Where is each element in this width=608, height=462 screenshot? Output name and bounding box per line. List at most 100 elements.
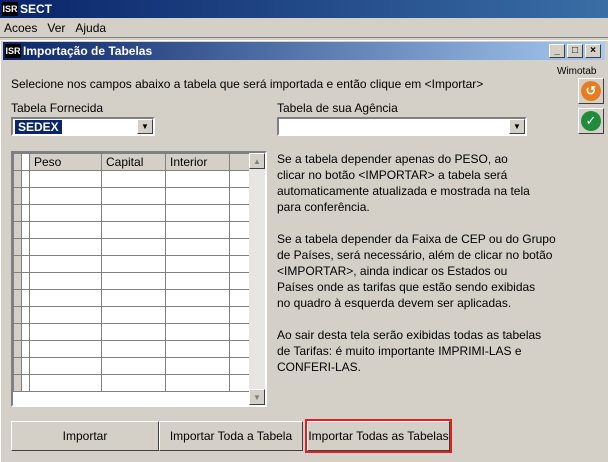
table-row[interactable] (13, 357, 251, 375)
menubar: Acoes Ver Ajuda (0, 18, 608, 38)
grid-cell[interactable] (101, 357, 166, 375)
table-row[interactable] (13, 204, 251, 222)
row-indicator (21, 204, 30, 222)
undo-button[interactable]: ↺ (578, 78, 604, 104)
grid-cell[interactable] (165, 306, 230, 324)
grid-cell[interactable] (29, 221, 102, 239)
supplied-table-label: Tabela Fornecida (11, 101, 104, 115)
close-button[interactable]: × (585, 44, 601, 58)
menu-ver[interactable]: Ver (43, 21, 71, 35)
grid-cell[interactable] (229, 340, 251, 358)
grid-cell[interactable] (29, 187, 102, 205)
grid-cell[interactable] (29, 238, 102, 256)
grid-cell[interactable] (29, 272, 102, 290)
grid-cell[interactable] (101, 289, 166, 307)
column-header-interior[interactable]: Interior (165, 153, 230, 171)
grid-cell[interactable] (29, 204, 102, 222)
grid-cell[interactable] (165, 187, 230, 205)
table-row[interactable] (13, 374, 251, 392)
grid-cell[interactable] (29, 306, 102, 324)
import-tables-window: ISR Importação de Tabelas _ □ × Wimotab … (0, 40, 608, 462)
grid-cell[interactable] (229, 221, 251, 239)
grid-cell[interactable] (29, 357, 102, 375)
grid-cell[interactable] (165, 221, 230, 239)
grid-cell[interactable] (101, 306, 166, 324)
window-titlebar: ISR Importação de Tabelas _ □ × (3, 42, 605, 60)
table-row[interactable] (13, 187, 251, 205)
column-header-capital[interactable]: Capital (101, 153, 166, 171)
import-button[interactable]: Importar (11, 421, 159, 451)
grid-cell[interactable] (101, 374, 166, 392)
dropdown-arrow-icon[interactable]: ▼ (137, 119, 153, 134)
grid-scrollbar[interactable]: ▲ ▼ (249, 153, 265, 405)
grid-cell[interactable] (101, 221, 166, 239)
grid-cell[interactable] (165, 289, 230, 307)
grid-cell[interactable] (165, 323, 230, 341)
grid-cell[interactable] (229, 187, 251, 205)
grid-cell[interactable] (101, 340, 166, 358)
scroll-down-icon[interactable]: ▼ (249, 389, 265, 405)
menu-acoes[interactable]: Acoes (0, 21, 43, 35)
grid-cell[interactable] (29, 340, 102, 358)
grid-cell[interactable] (101, 323, 166, 341)
grid-cell[interactable] (165, 170, 230, 188)
grid-cell[interactable] (101, 272, 166, 290)
row-indicator (13, 187, 22, 205)
import-all-table-button[interactable]: Importar Toda a Tabela (159, 421, 303, 451)
grid-cell[interactable] (229, 272, 251, 290)
grid-cell[interactable] (229, 374, 251, 392)
row-indicator (13, 357, 22, 375)
grid-cell[interactable] (229, 255, 251, 273)
confirm-button[interactable]: ✓ (578, 108, 604, 134)
grid-cell[interactable] (165, 238, 230, 256)
grid-cell[interactable] (101, 204, 166, 222)
grid-cell[interactable] (29, 255, 102, 273)
grid-cell[interactable] (165, 374, 230, 392)
grid-cell[interactable] (229, 204, 251, 222)
grid-cell[interactable] (101, 255, 166, 273)
grid-cell[interactable] (101, 238, 166, 256)
table-row[interactable] (13, 238, 251, 256)
row-indicator (21, 170, 30, 188)
maximize-button[interactable]: □ (567, 44, 583, 58)
grid-cell[interactable] (29, 374, 102, 392)
info-line: <IMPORTAR>, ainda indicar os Estados ou (277, 264, 508, 278)
row-indicator (13, 340, 22, 358)
minimize-button[interactable]: _ (549, 44, 565, 58)
scroll-up-icon[interactable]: ▲ (249, 153, 265, 169)
table-row[interactable] (13, 323, 251, 341)
grid-cell[interactable] (229, 238, 251, 256)
table-row[interactable] (13, 255, 251, 273)
grid-cell[interactable] (229, 170, 251, 188)
menu-ajuda[interactable]: Ajuda (71, 21, 112, 35)
table-row[interactable] (13, 340, 251, 358)
supplied-table-select[interactable]: SEDEX ▼ (11, 117, 155, 136)
table-row[interactable] (13, 272, 251, 290)
grid-cell[interactable] (165, 272, 230, 290)
grid-cell[interactable] (165, 340, 230, 358)
row-indicator (21, 289, 30, 307)
table-row[interactable] (13, 289, 251, 307)
grid-cell[interactable] (101, 187, 166, 205)
column-header-peso[interactable]: Peso (29, 153, 102, 171)
supplied-table-value: SEDEX (15, 119, 62, 134)
grid-cell[interactable] (229, 357, 251, 375)
grid-cell[interactable] (229, 289, 251, 307)
grid-cell[interactable] (29, 289, 102, 307)
grid-cell[interactable] (29, 170, 102, 188)
grid-cell[interactable] (229, 323, 251, 341)
table-row[interactable] (13, 221, 251, 239)
dropdown-arrow-icon[interactable]: ▼ (509, 119, 525, 134)
agency-table-select[interactable]: ▼ (277, 117, 527, 136)
row-indicator (13, 238, 22, 256)
grid-cell[interactable] (165, 204, 230, 222)
table-row[interactable] (13, 306, 251, 324)
grid-cell[interactable] (165, 357, 230, 375)
tariff-grid[interactable]: Peso Capital Interior ▲ ▼ (11, 151, 267, 407)
grid-cell[interactable] (165, 255, 230, 273)
grid-cell[interactable] (101, 170, 166, 188)
table-row[interactable] (13, 170, 251, 188)
grid-header-row: Peso Capital Interior (13, 153, 251, 171)
grid-cell[interactable] (229, 306, 251, 324)
grid-cell[interactable] (29, 323, 102, 341)
